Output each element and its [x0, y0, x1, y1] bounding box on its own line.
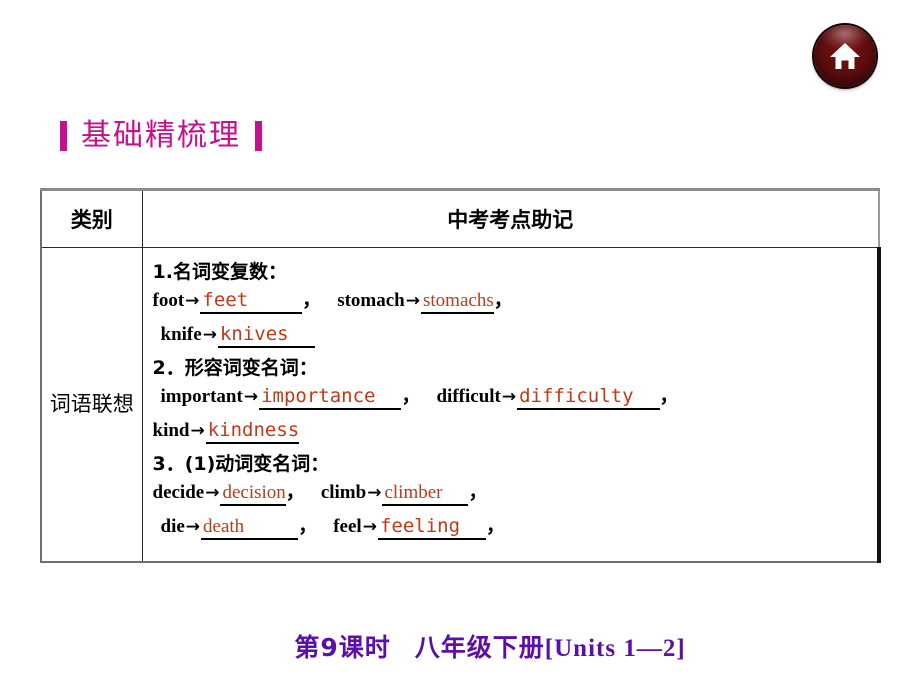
footer-book: 八年级下册	[414, 633, 545, 662]
word-pair-line: die→ death， feel→ feeling，	[153, 515, 878, 540]
punctuation: ，	[659, 385, 679, 407]
source-word: important	[160, 385, 243, 407]
footer-text: 第9课时 八年级下册[Units 1—2]	[294, 628, 685, 664]
source-word: foot	[152, 290, 185, 311]
group-heading: 3．(1)动词变名词：	[152, 452, 330, 475]
row-category-cell: 词语联想	[40, 246, 143, 563]
answer-blank: decision	[220, 482, 286, 506]
punctuation: ，	[285, 481, 305, 503]
content-groups: 1.名词变复数： foot→ feet， stomach→ stomachs， knife…	[153, 263, 878, 540]
home-icon	[829, 41, 861, 71]
source-word: feel	[333, 515, 362, 537]
source-word: knife	[160, 323, 202, 345]
source-word: kind	[152, 419, 190, 441]
source-word: stomach	[337, 290, 405, 311]
footer-lesson: 第9课时	[294, 633, 391, 662]
header-cell-main: 中考考点助记	[141, 188, 880, 248]
arrow-icon: →	[190, 420, 205, 441]
source-word: difficult	[436, 385, 501, 407]
word-pair-line: foot→ feet， stomach→ stomachs，	[152, 290, 878, 314]
header-category-label: 类别	[70, 208, 113, 232]
footer: 第9课时 八年级下册[Units 1—2]	[0, 628, 920, 664]
arrow-icon: →	[185, 291, 200, 311]
group-heading: 2．形容词变名词：	[152, 356, 318, 379]
answer-blank: importance	[259, 386, 402, 410]
arrow-icon: →	[405, 291, 420, 311]
answer-blank: feet	[200, 290, 303, 314]
header-main-label: 中考考点助记	[447, 208, 574, 232]
punctuation: ，	[298, 515, 318, 537]
table-row: 词语联想 1.名词变复数： foot→ feet， stomach→ stomachs，…	[40, 246, 881, 563]
header-cell-category: 类别	[40, 188, 143, 248]
section-title: 基础精梳理	[60, 113, 262, 159]
word-pair-line: kind→ kindness	[152, 419, 878, 444]
content-table: 类别 中考考点助记 词语联想 1.名词变复数： foot→ feet， stomach…	[40, 188, 881, 563]
answer-blank: kindness	[205, 420, 300, 444]
punctuation: ，	[468, 481, 488, 503]
table-header-row: 类别 中考考点助记	[40, 188, 880, 248]
answer-blank: death	[201, 516, 299, 540]
arrow-icon: →	[362, 516, 377, 537]
arrow-icon: →	[367, 482, 382, 503]
arrow-icon: →	[202, 324, 217, 345]
answer-blank: feeling	[377, 516, 487, 540]
word-pair-line: knife→ knives	[153, 323, 878, 348]
punctuation: ，	[401, 385, 421, 407]
group-heading: 1.名词变复数：	[152, 261, 287, 283]
arrow-icon: →	[501, 386, 517, 407]
home-button[interactable]	[814, 25, 876, 87]
arrow-icon: →	[243, 386, 259, 407]
source-word: decide	[152, 481, 205, 503]
footer-units: [Units 1—2]	[544, 635, 686, 662]
source-word: die	[160, 515, 185, 537]
punctuation: ，	[302, 290, 322, 311]
word-pair-line: important→ importance， difficult→ difficult…	[153, 385, 878, 410]
answer-blank: difficulty	[517, 386, 660, 410]
answer-blank: climber	[382, 482, 469, 506]
punctuation: ，	[493, 290, 513, 311]
punctuation: ，	[486, 515, 506, 537]
word-pair-line: decide→ decision， climb→ climber，	[152, 481, 878, 506]
row-content-cell: 1.名词变复数： foot→ feet， stomach→ stomachs， knife…	[141, 246, 881, 563]
title-tick-left-icon	[60, 121, 67, 151]
section-title-text: 基础精梳理	[81, 118, 241, 153]
answer-blank: knives	[217, 324, 315, 348]
arrow-icon: →	[205, 482, 220, 503]
arrow-icon: →	[185, 516, 201, 537]
title-tick-right-icon	[255, 121, 262, 151]
row-category-label: 词语联想	[49, 391, 134, 416]
answer-blank: stomachs	[421, 291, 494, 314]
source-word: climb	[320, 481, 367, 503]
